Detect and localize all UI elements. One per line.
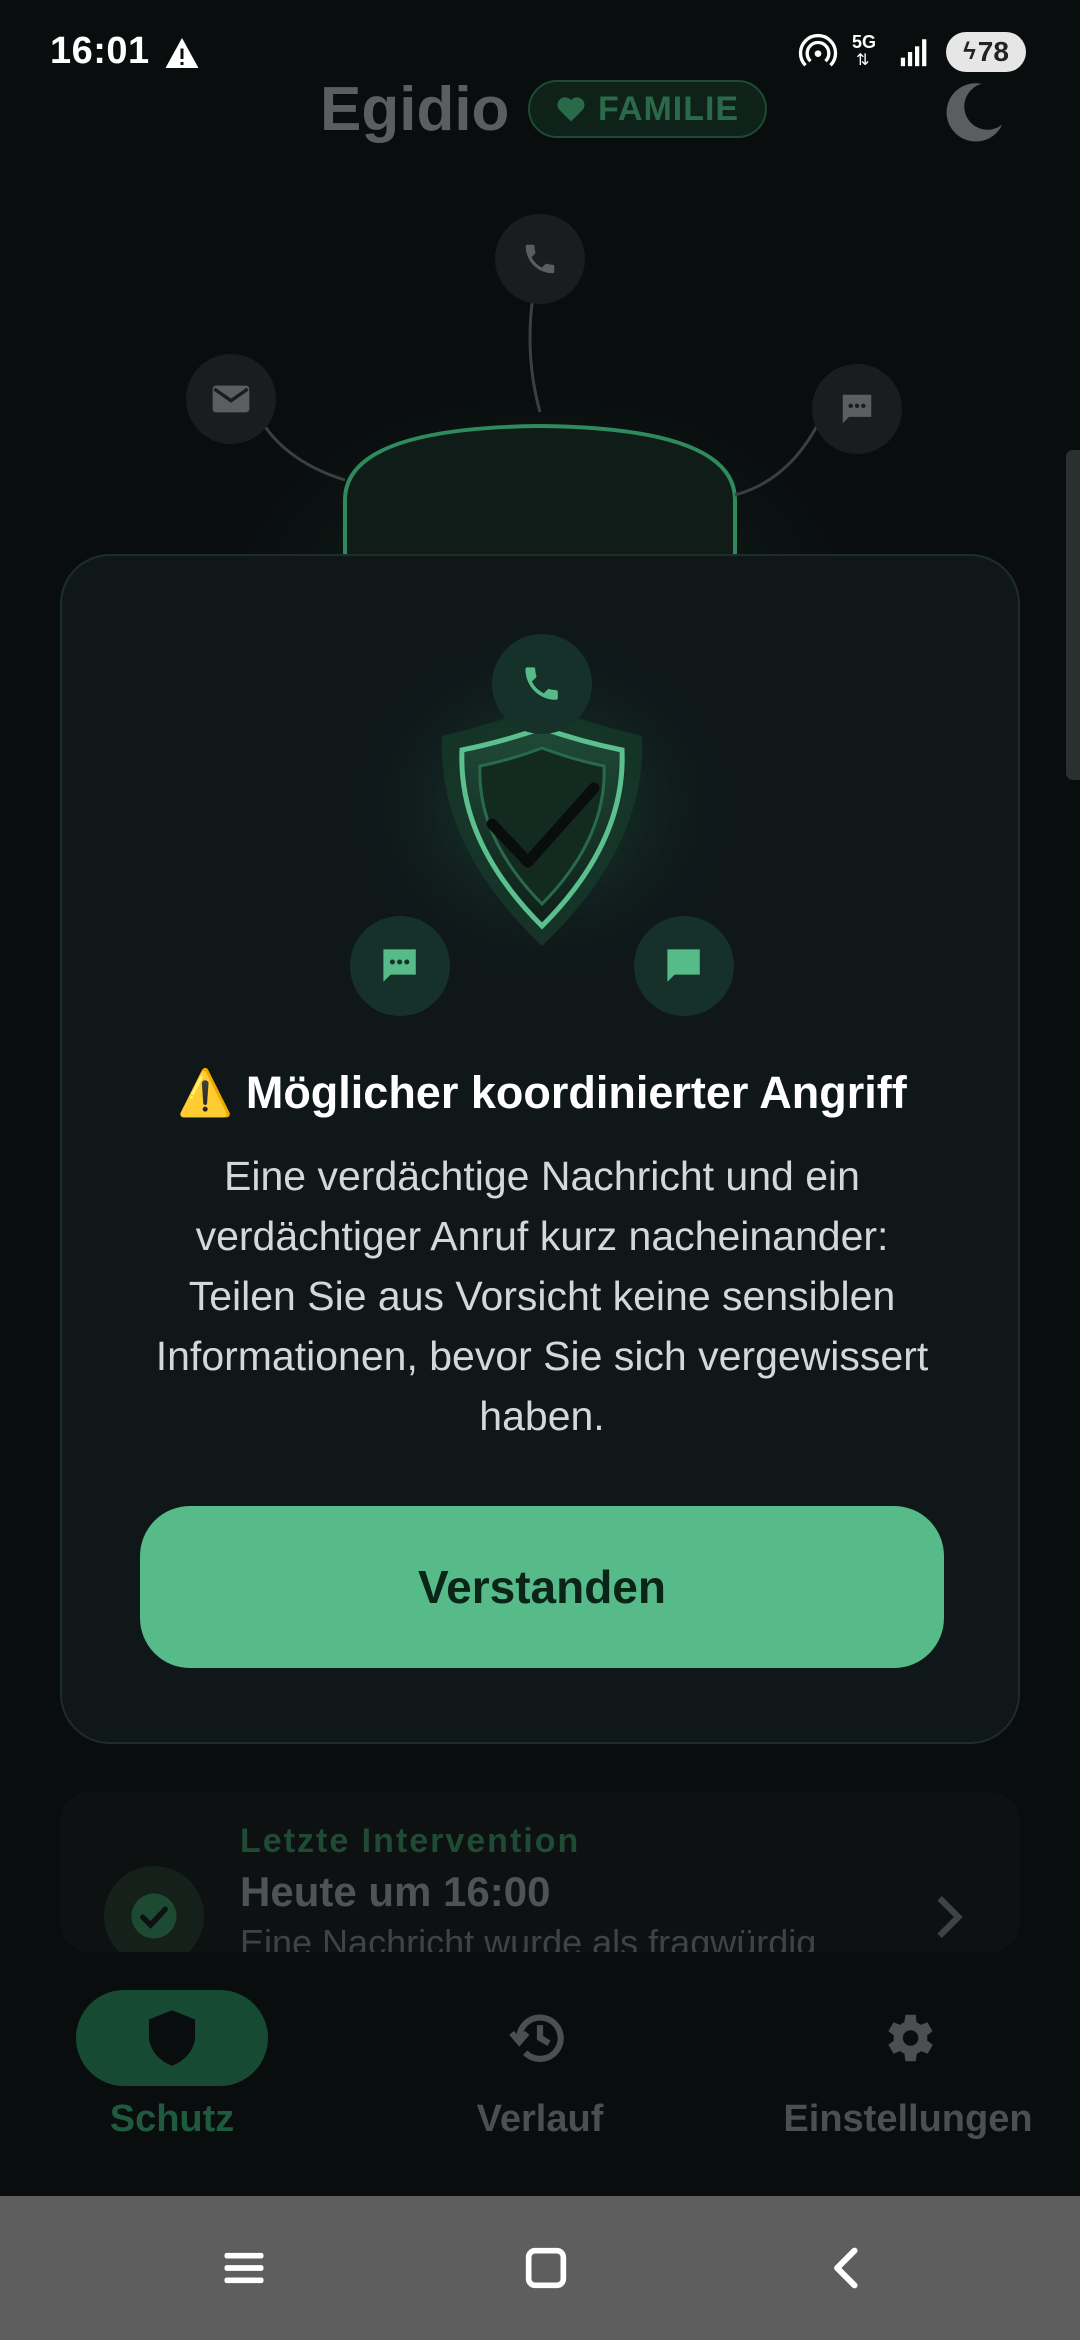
gear-icon <box>888 2014 933 2062</box>
attack-warning-dialog: ⚠️ Möglicher koordinierter Angriff Eine … <box>60 554 1020 1744</box>
shield-icon <box>148 2010 196 2066</box>
nav-item-einstellungen[interactable]: Einstellungen <box>758 1990 1058 2141</box>
understood-button[interactable]: Verstanden <box>140 1506 944 1668</box>
last-intervention-card[interactable]: Letzte Intervention Heute um 16:00 Eine … <box>60 1792 1020 1952</box>
last-intervention-description: Eine Nachricht wurde als fragwürdig <box>240 1922 817 1952</box>
status-time: 16:01 <box>50 30 150 72</box>
nav-pill-verlauf <box>444 1990 636 2086</box>
data-arrows-icon: ⇅ <box>856 52 870 69</box>
warning-icon <box>165 38 199 68</box>
nav-pill-einstellungen <box>812 1990 1004 2086</box>
battery-level: 78 <box>977 36 1009 67</box>
dialog-illustration <box>342 626 742 1016</box>
nav-label-verlauf: Verlauf <box>476 2098 604 2140</box>
edge-scroll-handle[interactable] <box>1066 450 1080 780</box>
nav-pill-schutz <box>76 1990 268 2086</box>
home-icon[interactable] <box>520 2242 572 2294</box>
battery-indicator: ϟ 78 <box>946 32 1026 72</box>
dialog-body: Eine verdächtige Nachricht und ein verdä… <box>155 1153 929 1439</box>
dialog-title: ⚠️ Möglicher koordinierter Angriff <box>177 1067 907 1118</box>
menu-icon[interactable] <box>218 2242 270 2294</box>
status-icons: 5G ⇅ ϟ 78 <box>798 32 1026 72</box>
background-mail-node <box>186 354 276 444</box>
last-intervention-time: Heute um 16:00 <box>240 1868 551 1915</box>
sms-icon <box>842 394 872 424</box>
system-navigation-bar <box>0 2196 1080 2340</box>
nav-item-schutz[interactable]: Schutz <box>22 1990 322 2141</box>
last-intervention-kicker: Letzte Intervention <box>240 1822 581 1860</box>
nav-label-einstellungen: Einstellungen <box>783 2098 1033 2140</box>
chevron-right-icon <box>937 1896 963 1938</box>
back-icon[interactable] <box>822 2242 874 2294</box>
network-indicator: 5G ⇅ <box>852 32 884 72</box>
mail-icon <box>212 385 250 413</box>
status-bar: 16:01 5G ⇅ ϟ 78 <box>0 0 1080 110</box>
check-circle-icon <box>104 1866 204 1952</box>
background-phone-node <box>495 214 585 304</box>
signal-icon <box>900 39 927 67</box>
bottom-navigation: Schutz Verlauf Einstellungen <box>0 1956 1080 2196</box>
background-illustration <box>0 200 1080 560</box>
phone-icon <box>525 244 555 274</box>
nav-label-schutz: Schutz <box>109 2098 235 2140</box>
battery-charging-icon: ϟ <box>963 38 976 65</box>
nav-item-verlauf[interactable]: Verlauf <box>390 1990 690 2141</box>
history-icon <box>509 2014 564 2062</box>
background-sms-node <box>812 364 902 454</box>
hotspot-icon <box>798 33 838 67</box>
